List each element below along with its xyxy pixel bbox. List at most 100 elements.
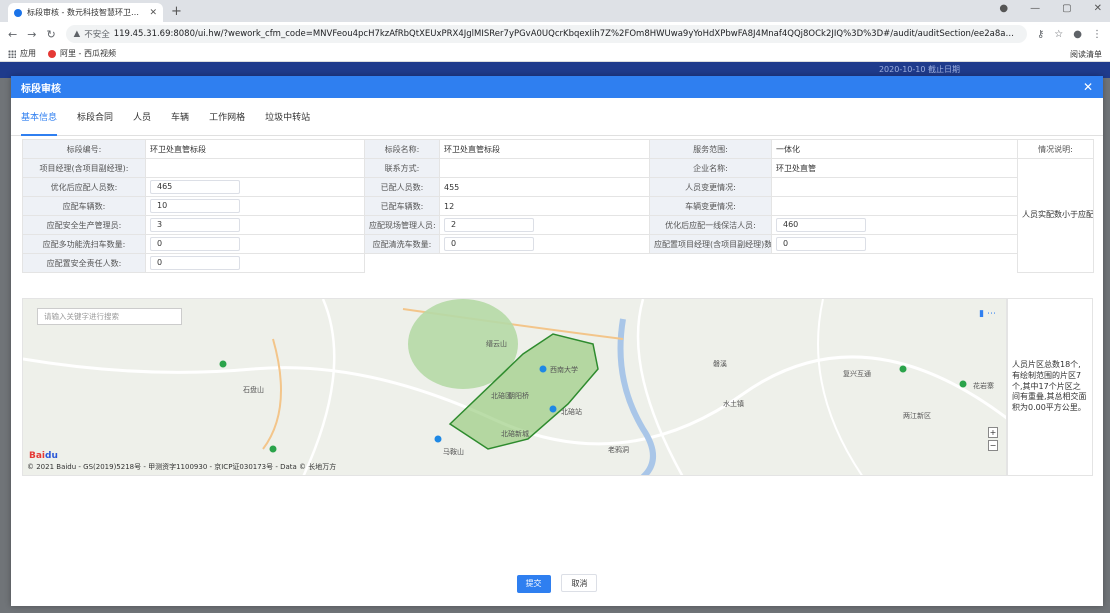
staff-change-value	[771, 177, 1018, 197]
tab-vehicles[interactable]: 车辆	[171, 110, 189, 136]
bookmark-label: 应用	[20, 49, 36, 58]
map-place-beibei-station: 北碚站	[561, 408, 582, 416]
audit-modal: 标段审核 ✕ 基本信息 标段合同 人员 车辆 工作网格 垃圾中转站 标段编号: …	[11, 76, 1103, 606]
map-place-panxi: 磐溪	[713, 360, 727, 368]
star-icon[interactable]: ☆	[1054, 29, 1063, 40]
basic-info-table: 标段编号: 环卫处直管标段 标段名称: 环卫处直管标段 服务范围: 一体化 情况…	[22, 139, 1094, 273]
map-view[interactable]: 北碚区 北碚站 西南大学 缙云山 石盘山 朝阳桥 磐溪 北碚新城 马鞍山 花岩寨…	[22, 298, 1007, 476]
staffed-value: 455	[439, 177, 650, 197]
bookmark-apps[interactable]: 应用	[8, 48, 36, 59]
favicon-icon	[14, 8, 22, 17]
map-place-laoyadong: 老鸦洞	[608, 446, 629, 454]
vehicles-have-label: 已配车辆数:	[364, 196, 440, 216]
map-place-huayanzhai: 花岩寨	[973, 382, 994, 390]
zoom-out-button[interactable]: −	[988, 440, 998, 451]
map-place-fuxing: 复兴互通	[843, 370, 871, 378]
tab-title: 标段审核 - 数元科技智慧环卫系统	[27, 8, 145, 17]
tab-staff[interactable]: 人员	[133, 110, 151, 136]
close-tab-icon[interactable]: ✕	[149, 8, 157, 18]
key-icon[interactable]: ⚷	[1037, 29, 1044, 40]
cancel-button[interactable]: 取消	[561, 574, 598, 592]
map-place-new-city: 北碚新城	[501, 430, 529, 438]
staffed-label: 已配人员数:	[364, 177, 440, 197]
map-note: 人员片区总数18个,有绘制范围的片区7个,其中17个片区之间有重叠,其总相交面积…	[1007, 298, 1093, 476]
menu-icon[interactable]: ⋮	[1092, 29, 1102, 40]
bookmarks-bar: 应用 阿里 - 西瓜视频 阅读清单	[0, 46, 1110, 62]
frontline-staff-input[interactable]: 460	[776, 218, 866, 232]
safety-responsible-label: 应配置安全责任人数:	[22, 253, 146, 273]
safety-manager-input[interactable]: 3	[150, 218, 240, 232]
pm-count-input[interactable]: 0	[776, 237, 866, 251]
contact-label: 联系方式:	[364, 158, 440, 178]
multi-vehicle-label: 应配多功能洗扫车数量:	[22, 234, 146, 254]
safety-manager-label: 应配安全生产管理员:	[22, 215, 146, 235]
submit-button[interactable]: 提交	[516, 575, 551, 593]
omnibar-icons: ⚷ ☆ ● ⋮	[1037, 29, 1102, 40]
url-text: 119.45.31.69:8080/ui.hw/?wework_cfm_code…	[113, 29, 1019, 39]
vehicles-required-input[interactable]: 10	[150, 199, 240, 213]
frontline-staff-label: 优化后应配一线保洁人员:	[649, 215, 772, 235]
contact-value	[439, 158, 650, 178]
security-label: 不安全	[84, 30, 110, 40]
forward-icon[interactable]: →	[27, 28, 36, 41]
wash-vehicle-label: 应配清洗车数量:	[364, 234, 440, 254]
map-copyright: © 2021 Baidu - GS(2019)5218号 - 甲测资字11009…	[27, 463, 337, 471]
close-icon[interactable]: ✕	[1083, 80, 1093, 94]
map-toolbar-icon[interactable]: ▮ ⋯	[979, 309, 996, 319]
browser-tabstrip: 标段审核 - 数元科技智慧环卫系统 ✕ + ● — ▢ ✕	[0, 0, 1110, 22]
browser-tab[interactable]: 标段审核 - 数元科技智慧环卫系统 ✕	[8, 3, 163, 22]
map-zoom-control: + −	[988, 427, 998, 453]
optimized-staff-label: 优化后应配人员数:	[22, 177, 146, 197]
window-controls: ● — ▢ ✕	[999, 3, 1102, 14]
ixigua-icon	[48, 49, 56, 58]
section-name-label: 标段名称:	[364, 139, 440, 159]
back-icon[interactable]: ←	[8, 28, 17, 41]
tab-transfer-station[interactable]: 垃圾中转站	[265, 110, 310, 136]
map-place-chaoyang: 朝阳桥	[508, 392, 529, 400]
zoom-in-button[interactable]: +	[988, 427, 998, 438]
tab-basic-info[interactable]: 基本信息	[21, 110, 58, 136]
modal-footer: 提交 取消	[11, 574, 1103, 593]
project-manager-value	[145, 158, 365, 178]
address-bar-row: ← → ↻ ▲ 不安全 119.45.31.69:8080/ui.hw/?wew…	[0, 22, 1110, 46]
modal-tabs: 基本信息 标段合同 人员 车辆 工作网格 垃圾中转站	[11, 98, 1103, 136]
site-manager-label: 应配现场管理人员:	[364, 215, 440, 235]
optimized-staff-input[interactable]: 465	[150, 180, 240, 194]
minimize-icon[interactable]: —	[1030, 3, 1040, 14]
baidu-logo: Baidu	[29, 451, 58, 461]
profile-icon[interactable]: ●	[999, 3, 1008, 14]
reload-icon[interactable]: ↻	[46, 28, 55, 41]
reading-list[interactable]: 阅读清单	[1070, 49, 1102, 60]
account-icon[interactable]: ●	[1073, 29, 1082, 40]
vehicle-change-label: 车辆变更情况:	[649, 196, 772, 216]
map-place-swu: 西南大学	[550, 366, 578, 374]
map-place-shuitu: 水土镇	[723, 400, 744, 408]
site-manager-input[interactable]: 2	[444, 218, 534, 232]
multi-vehicle-input[interactable]: 0	[150, 237, 240, 251]
vehicles-have-value: 12	[439, 196, 650, 216]
tab-work-grid[interactable]: 工作网格	[209, 110, 245, 136]
staff-note: 人员实配数小于应配数	[1017, 158, 1094, 273]
staff-change-label: 人员变更情况:	[649, 177, 772, 197]
warning-icon: ▲	[73, 29, 81, 39]
map-place-jinyun: 缙云山	[486, 340, 507, 348]
wash-vehicle-input[interactable]: 0	[444, 237, 534, 251]
tab-contract[interactable]: 标段合同	[77, 110, 113, 136]
bookmark-ixigua[interactable]: 阿里 - 西瓜视频	[48, 48, 116, 59]
empty-cell	[365, 254, 1018, 273]
close-window-icon[interactable]: ✕	[1094, 3, 1102, 14]
company-label: 企业名称:	[649, 158, 772, 178]
new-tab-button[interactable]: +	[171, 4, 182, 19]
vehicle-change-value	[771, 196, 1018, 216]
modal-header: 标段审核 ✕	[11, 76, 1103, 98]
apps-grid-icon	[8, 49, 16, 58]
url-input[interactable]: ▲ 不安全 119.45.31.69:8080/ui.hw/?wework_cf…	[65, 25, 1027, 43]
safety-responsible-input[interactable]: 0	[150, 256, 240, 270]
company-value: 环卫处直管	[771, 158, 1018, 178]
map-search-input[interactable]: 请输入关键字进行搜索	[37, 308, 182, 325]
map-place-liangjiang: 两江新区	[903, 412, 931, 420]
restore-icon[interactable]: ▢	[1062, 3, 1071, 14]
project-manager-label: 项目经理(含项目副经理):	[22, 158, 146, 178]
service-scope-label: 服务范围:	[649, 139, 772, 159]
section-code-value: 环卫处直管标段	[145, 139, 365, 159]
